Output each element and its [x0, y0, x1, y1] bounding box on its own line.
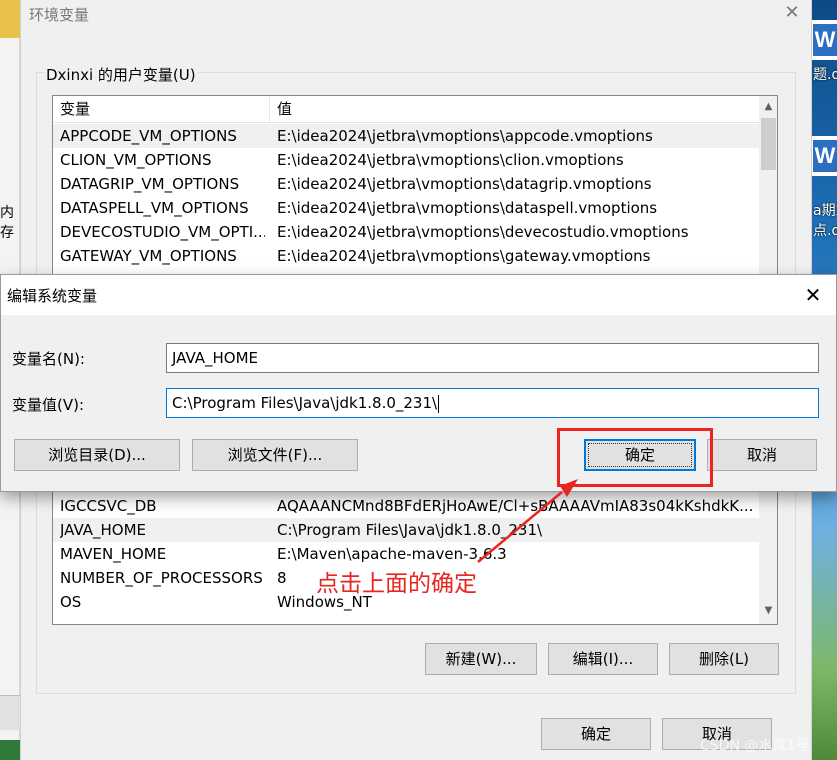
annotation-arrow-icon [477, 479, 578, 563]
annotation-text: 点击上面的确定 [316, 571, 477, 597]
watermark: CSDN @水或1号 [700, 738, 810, 754]
